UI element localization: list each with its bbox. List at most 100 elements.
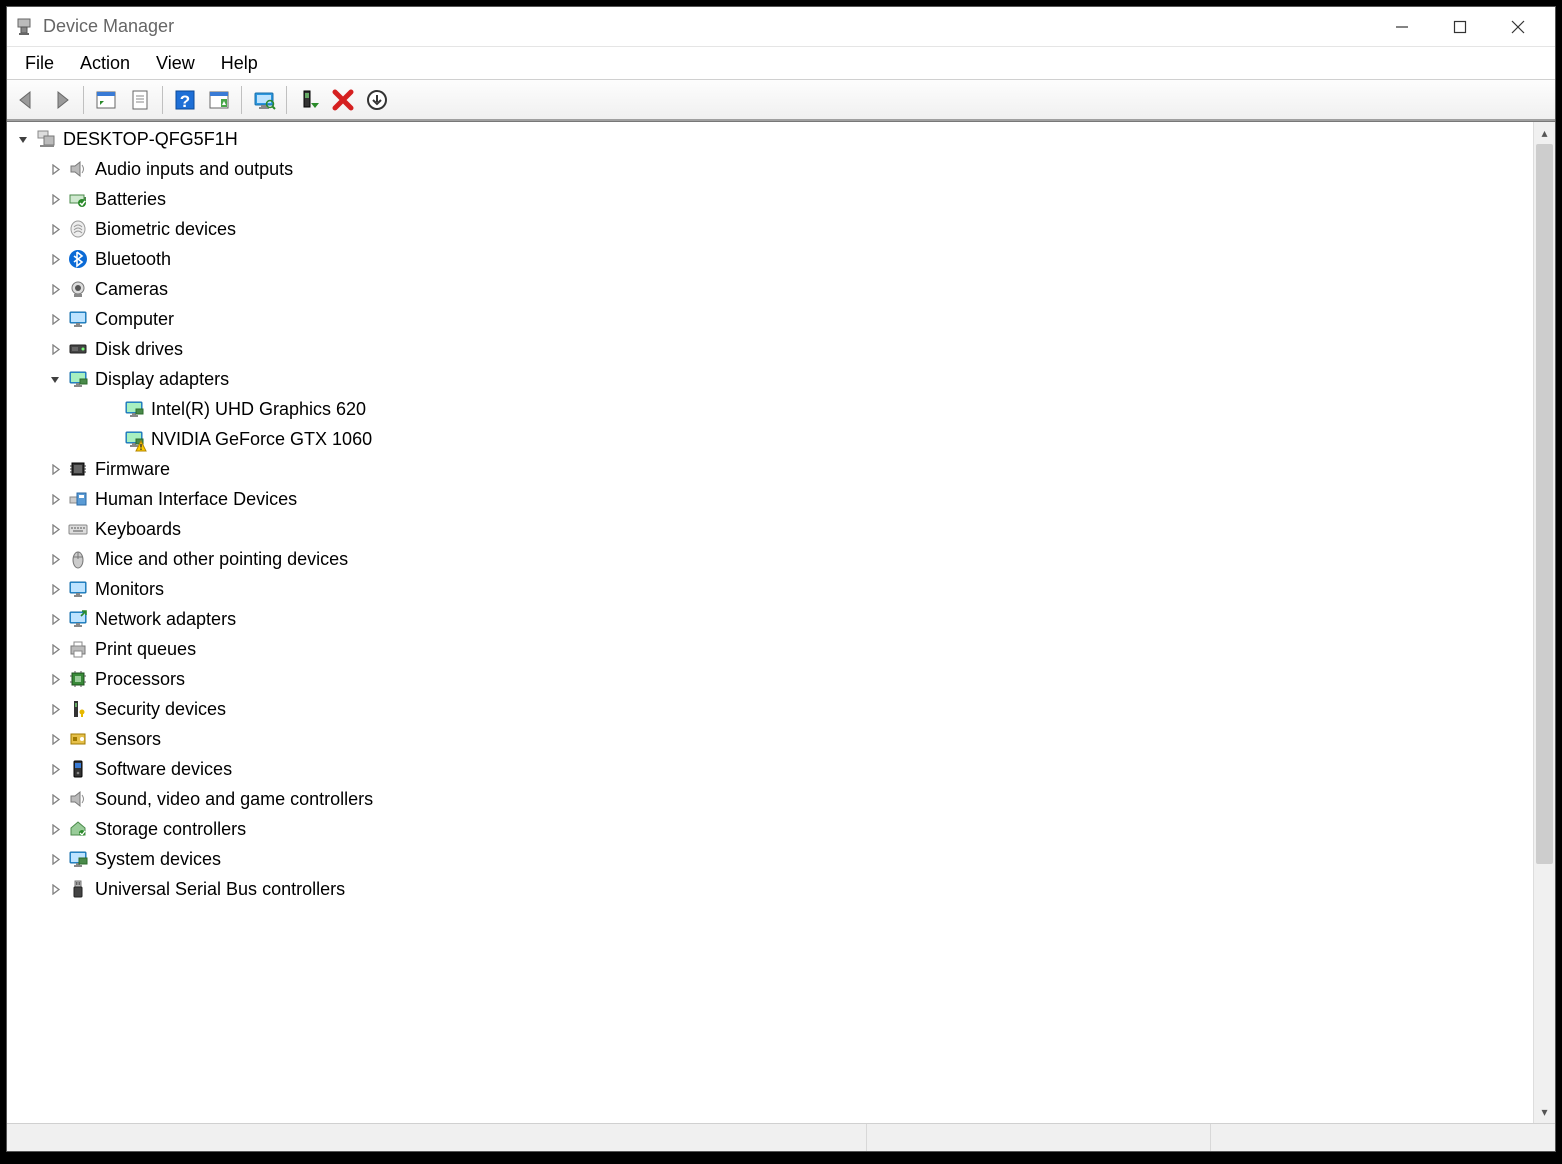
chevron-right-icon[interactable]: [45, 524, 65, 535]
chevron-right-icon[interactable]: [45, 494, 65, 505]
scan-hardware-button[interactable]: [248, 84, 280, 116]
chevron-right-icon[interactable]: [45, 344, 65, 355]
vertical-scrollbar[interactable]: ▴ ▾: [1533, 122, 1555, 1123]
tree-category-node[interactable]: Monitors: [7, 574, 1533, 604]
tree-category-node[interactable]: Cameras: [7, 274, 1533, 304]
chevron-right-icon[interactable]: [45, 704, 65, 715]
minimize-button[interactable]: [1373, 7, 1431, 47]
tree-category-node[interactable]: Firmware: [7, 454, 1533, 484]
chevron-right-icon[interactable]: [45, 824, 65, 835]
maximize-button[interactable]: [1431, 7, 1489, 47]
chevron-right-icon[interactable]: [45, 854, 65, 865]
chevron-down-icon[interactable]: [13, 134, 33, 145]
chevron-right-icon[interactable]: [45, 554, 65, 565]
chevron-right-icon[interactable]: [45, 644, 65, 655]
chevron-right-icon[interactable]: [45, 584, 65, 595]
tree-node-label: Display adapters: [95, 369, 229, 390]
hid-icon: [67, 488, 89, 510]
tree-category-node[interactable]: Mice and other pointing devices: [7, 544, 1533, 574]
tree-node-label: Keyboards: [95, 519, 181, 540]
tree-category-node[interactable]: Computer: [7, 304, 1533, 334]
action-pane-button[interactable]: [203, 84, 235, 116]
tree-node-label: Mice and other pointing devices: [95, 549, 348, 570]
tree-category-node[interactable]: Sensors: [7, 724, 1533, 754]
chevron-right-icon[interactable]: [45, 674, 65, 685]
help-button[interactable]: ?: [169, 84, 201, 116]
speaker-icon: [67, 158, 89, 180]
tree-node-label: Sound, video and game controllers: [95, 789, 373, 810]
menu-view[interactable]: View: [144, 49, 207, 78]
menubar: File Action View Help: [7, 47, 1555, 79]
tree-node-label: Cameras: [95, 279, 168, 300]
tree-category-node[interactable]: System devices: [7, 844, 1533, 874]
monitor-icon: [67, 578, 89, 600]
tree-node-label: Computer: [95, 309, 174, 330]
tree-node-label: Universal Serial Bus controllers: [95, 879, 345, 900]
forward-button[interactable]: [45, 84, 77, 116]
system-icon: [67, 848, 89, 870]
chevron-right-icon[interactable]: [45, 254, 65, 265]
tree-category-node[interactable]: Disk drives: [7, 334, 1533, 364]
menu-help[interactable]: Help: [209, 49, 270, 78]
toolbar-separator: [162, 86, 163, 114]
show-hidden-button[interactable]: [90, 84, 122, 116]
toolbar-separator: [241, 86, 242, 114]
window-title: Device Manager: [43, 16, 1373, 37]
tree-category-node[interactable]: Software devices: [7, 754, 1533, 784]
network-icon: [67, 608, 89, 630]
chevron-right-icon[interactable]: [45, 884, 65, 895]
tree-node-label: NVIDIA GeForce GTX 1060: [151, 429, 372, 450]
tree-category-node[interactable]: Universal Serial Bus controllers: [7, 874, 1533, 904]
tree-category-node[interactable]: Print queues: [7, 634, 1533, 664]
tree-category-node[interactable]: Display adapters: [7, 364, 1533, 394]
chevron-right-icon[interactable]: [45, 284, 65, 295]
display-adapter-icon: [123, 398, 145, 420]
chevron-right-icon[interactable]: [45, 734, 65, 745]
tree-root-node[interactable]: DESKTOP-QFG5F1H: [7, 124, 1533, 154]
chevron-right-icon[interactable]: [45, 464, 65, 475]
uninstall-device-button[interactable]: [361, 84, 393, 116]
tree-category-node[interactable]: Keyboards: [7, 514, 1533, 544]
tree-category-node[interactable]: Batteries: [7, 184, 1533, 214]
window-controls: [1373, 7, 1547, 47]
tree-category-node[interactable]: Human Interface Devices: [7, 484, 1533, 514]
scroll-down-button[interactable]: ▾: [1534, 1101, 1555, 1123]
disable-device-button[interactable]: [327, 84, 359, 116]
tree-node-label: Processors: [95, 669, 185, 690]
chevron-right-icon[interactable]: [45, 194, 65, 205]
display-adapter-icon: [123, 428, 145, 450]
chevron-right-icon[interactable]: [45, 764, 65, 775]
svg-text:?: ?: [180, 92, 190, 111]
tree-category-node[interactable]: Storage controllers: [7, 814, 1533, 844]
chevron-right-icon[interactable]: [45, 794, 65, 805]
chevron-down-icon[interactable]: [45, 374, 65, 385]
menu-file[interactable]: File: [13, 49, 66, 78]
chip-icon: [67, 458, 89, 480]
tree-device-node[interactable]: Intel(R) UHD Graphics 620: [7, 394, 1533, 424]
chevron-right-icon[interactable]: [45, 224, 65, 235]
titlebar[interactable]: Device Manager: [7, 7, 1555, 47]
close-button[interactable]: [1489, 7, 1547, 47]
tree-category-node[interactable]: Audio inputs and outputs: [7, 154, 1533, 184]
scroll-up-button[interactable]: ▴: [1534, 122, 1555, 144]
chevron-right-icon[interactable]: [45, 164, 65, 175]
chevron-right-icon[interactable]: [45, 314, 65, 325]
tree-category-node[interactable]: Security devices: [7, 694, 1533, 724]
properties-button[interactable]: [124, 84, 156, 116]
tree-device-node[interactable]: NVIDIA GeForce GTX 1060: [7, 424, 1533, 454]
enable-device-button[interactable]: [293, 84, 325, 116]
menu-action[interactable]: Action: [68, 49, 142, 78]
device-tree[interactable]: DESKTOP-QFG5F1H Audio inputs and outputs B…: [7, 122, 1533, 1123]
tree-node-label: Audio inputs and outputs: [95, 159, 293, 180]
tree-node-label: Software devices: [95, 759, 232, 780]
tree-category-node[interactable]: Sound, video and game controllers: [7, 784, 1533, 814]
software-icon: [67, 758, 89, 780]
tree-category-node[interactable]: Bluetooth: [7, 244, 1533, 274]
tree-category-node[interactable]: Network adapters: [7, 604, 1533, 634]
tree-category-node[interactable]: Biometric devices: [7, 214, 1533, 244]
scroll-thumb[interactable]: [1536, 144, 1553, 864]
tree-category-node[interactable]: Processors: [7, 664, 1533, 694]
chevron-right-icon[interactable]: [45, 614, 65, 625]
fingerprint-icon: [67, 218, 89, 240]
back-button[interactable]: [11, 84, 43, 116]
